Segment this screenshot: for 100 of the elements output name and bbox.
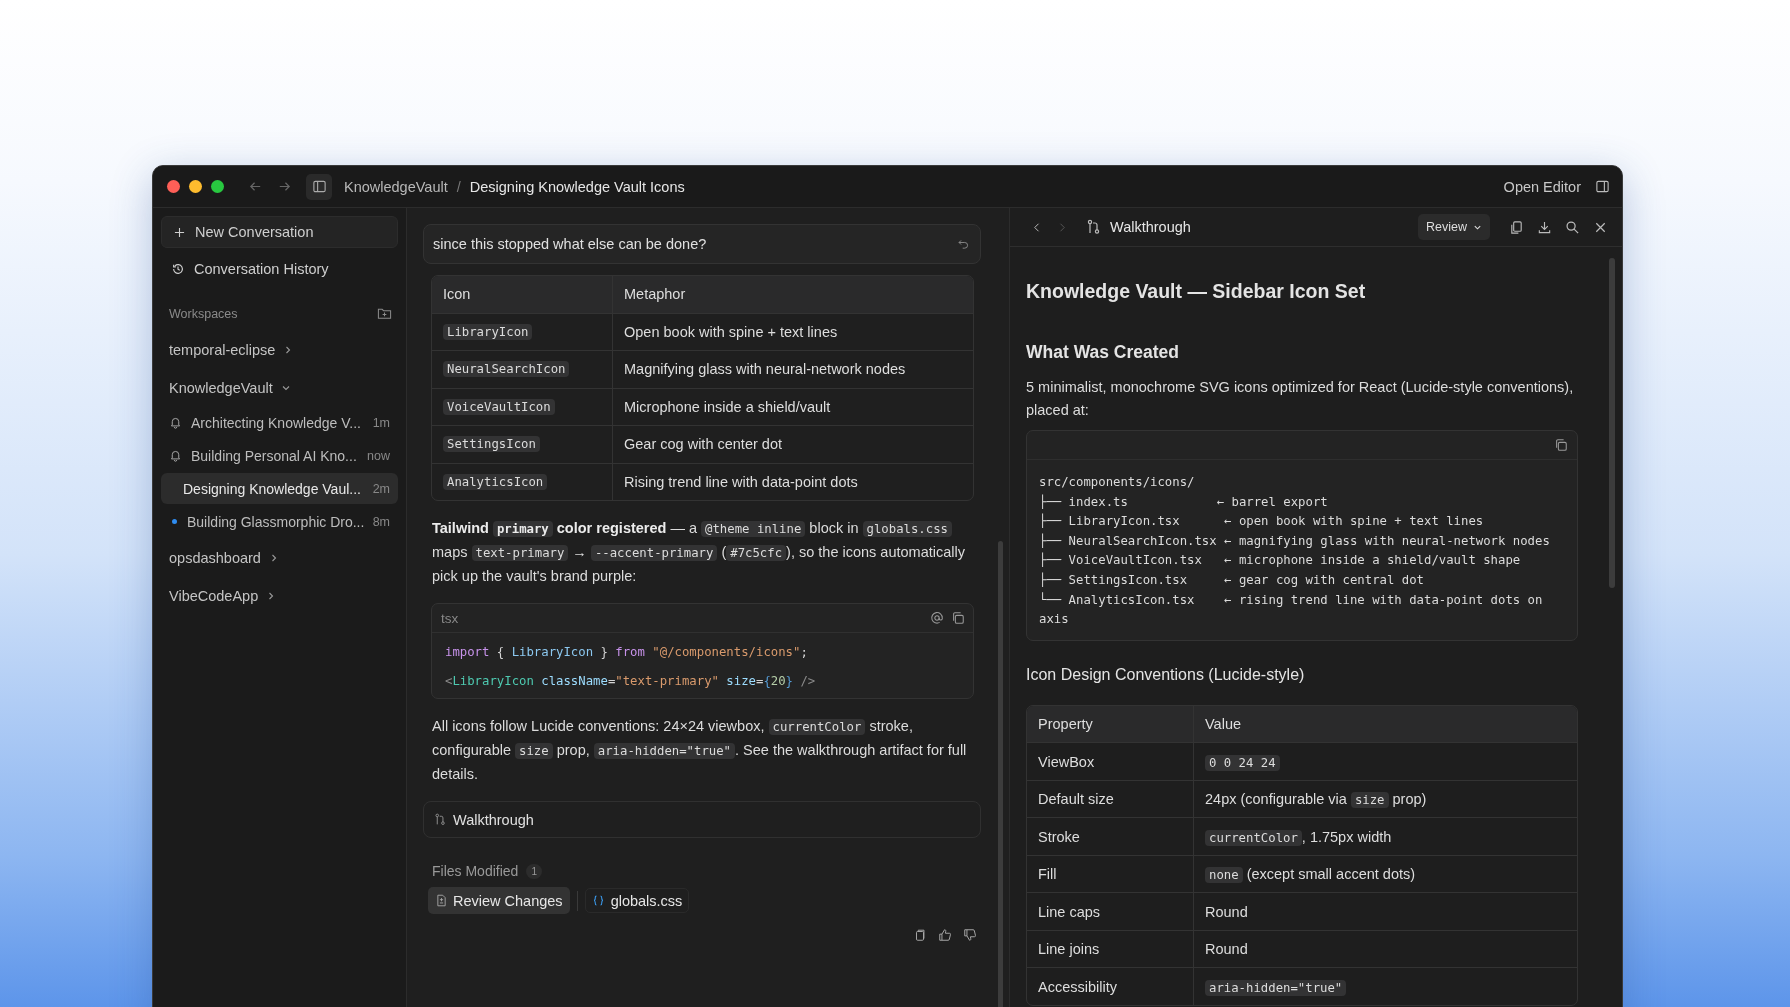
conversation-time: now xyxy=(367,448,390,463)
conversation-item[interactable]: Architecting Knowledge V... 1m xyxy=(161,407,398,438)
sidebar-toggle-button[interactable] xyxy=(306,173,332,200)
code-line: src/components/icons/ xyxy=(1039,474,1196,491)
code-line: ├── NeuralSearchIcon.tsx ← magnifying glass with neural-network nodes xyxy=(1039,532,1551,550)
conversation-title: Building Glassmorphic Dro... xyxy=(187,513,366,530)
maximize-window-button[interactable] xyxy=(211,180,224,193)
table-cell: Accessibility xyxy=(1038,978,1117,995)
code-line: <LibraryIcon className="text-primary" size={20} /> xyxy=(445,674,817,688)
file-diff-icon xyxy=(435,894,448,907)
file-chip[interactable]: globals.css xyxy=(584,888,690,913)
minimize-window-button[interactable] xyxy=(189,180,202,193)
conversation-item[interactable]: Building Glassmorphic Dro... 8m xyxy=(161,506,398,537)
column-header: Value xyxy=(1204,715,1242,734)
branch-icon xyxy=(1086,219,1102,235)
conversation-history-button[interactable]: Conversation History xyxy=(161,252,398,286)
table-cell: AnalyticsIcon xyxy=(443,473,548,490)
table-cell: Magnifying glass with neural-network nodes xyxy=(624,361,906,378)
braces-icon xyxy=(591,894,605,907)
new-conversation-button[interactable]: New Conversation xyxy=(161,216,398,248)
code-line: ├── VoiceVaultIcon.tsx ← microphone inside a shield/vault shape xyxy=(1039,551,1522,570)
column-header: Icon xyxy=(432,276,613,313)
new-folder-icon[interactable] xyxy=(377,306,392,321)
table-cell: none (except small accent dots) xyxy=(1205,866,1416,882)
scrollbar[interactable] xyxy=(1609,258,1615,588)
table-cell: LibraryIcon xyxy=(443,323,533,340)
history-icon xyxy=(171,262,185,276)
download-icon[interactable] xyxy=(1537,219,1552,235)
column-header: Property xyxy=(1027,705,1194,743)
count-badge: 1 xyxy=(526,863,542,879)
conversation-title: Building Personal AI Kno... xyxy=(191,447,358,464)
branch-icon xyxy=(434,813,447,826)
paragraph: Tailwind primary color registered — a @theme inline block in globals.css maps text-primary → --accent-primary ( #7c5cfc ), so the icons automatically pick up the vault's brand purple: xyxy=(432,519,966,586)
conversation-item[interactable]: Designing Knowledge Vaul... 2m xyxy=(161,473,398,504)
conversation-time: 8m xyxy=(372,514,390,529)
conversation-title: Designing Knowledge Vaul... xyxy=(183,480,362,497)
code-line: ├── index.ts ← barrel export xyxy=(1039,493,1329,511)
table-cell: Fill xyxy=(1038,866,1057,882)
table-cell: Open book with spine + text lines xyxy=(624,323,838,340)
conversation-time: 1m xyxy=(372,415,390,430)
table-cell: Round xyxy=(1205,903,1248,920)
thumbs-up-icon[interactable] xyxy=(938,928,952,942)
review-changes-button[interactable]: Review Changes xyxy=(428,887,570,914)
table-cell: Line joins xyxy=(1038,941,1100,957)
section-heading: Icon Design Conventions (Lucide-style) xyxy=(1026,665,1306,684)
at-sign-icon[interactable] xyxy=(930,611,944,625)
files-modified-label: Files Modified xyxy=(432,863,519,879)
paragraph: All icons follow Lucide conventions: 24×24 viewbox, currentColor stroke, configurable size prop, aria-hidden="true" . See the walkthrough artifact for full details. xyxy=(432,717,968,784)
conversation-item[interactable]: Building Personal AI Kno... now xyxy=(161,440,398,471)
workspace-item[interactable]: VibeCodeApp xyxy=(161,577,398,615)
copy-icon[interactable] xyxy=(1554,438,1568,452)
table-cell: 24px (configurable via size prop) xyxy=(1205,791,1427,807)
workspace-item[interactable]: KnowledgeVault xyxy=(161,369,398,407)
sidebar-icon xyxy=(311,179,327,194)
undo-icon[interactable] xyxy=(957,237,970,251)
table-cell: Gear cog with center dot xyxy=(624,436,782,453)
copy-icon[interactable] xyxy=(913,928,927,942)
breadcrumb-separator: / xyxy=(456,178,461,195)
code-line: axis xyxy=(1039,611,1070,629)
table-cell: VoiceVaultIcon xyxy=(443,398,555,415)
close-window-button[interactable] xyxy=(167,180,180,193)
bell-icon xyxy=(169,449,182,462)
panel-toggle-icon[interactable] xyxy=(1595,179,1610,194)
table-cell: ViewBox xyxy=(1038,753,1095,770)
table-cell: aria-hidden="true" xyxy=(1205,978,1347,995)
breadcrumb-link[interactable]: KnowledgeVault xyxy=(344,178,448,195)
panel-title: Walkthrough xyxy=(1110,219,1191,235)
document-heading: Knowledge Vault — Sidebar Icon Set xyxy=(1026,280,1367,303)
workspaces-label: Workspaces xyxy=(169,306,238,321)
code-line: ├── LibraryIcon.tsx ← open book with spine + text lines xyxy=(1039,512,1485,531)
code-line: ├── SettingsIcon.tsx ← gear cog with central dot xyxy=(1039,571,1425,589)
conversation-time: 2m xyxy=(372,481,390,496)
code-line: └── AnalyticsIcon.tsx ← rising trend line with data-point dots on xyxy=(1039,591,1544,609)
copy-icon[interactable] xyxy=(1509,219,1524,235)
table-cell: Default size xyxy=(1038,791,1114,807)
workspace-item[interactable]: temporal-eclipse xyxy=(161,331,398,369)
table-cell: currentColor , 1.75px width xyxy=(1205,828,1392,845)
table-cell: Rising trend line with data-point dots xyxy=(624,473,858,490)
section-heading: What Was Created xyxy=(1026,342,1180,363)
table-cell: Round xyxy=(1205,941,1248,957)
thumbs-down-icon[interactable] xyxy=(963,928,977,942)
paragraph: 5 minimalist, monochrome SVG icons optimized for React (Lucide-style conventions), placed at: xyxy=(1026,378,1575,420)
table-cell: Microphone inside a shield/vault xyxy=(624,398,831,415)
search-icon[interactable] xyxy=(1565,219,1580,235)
copy-icon[interactable] xyxy=(951,611,965,625)
breadcrumb-current: Designing Knowledge Vault Icons xyxy=(469,178,685,195)
status-dot xyxy=(172,519,177,524)
chevron-down-icon xyxy=(280,383,291,393)
walkthrough-card[interactable]: Walkthrough xyxy=(423,801,981,838)
table-cell: Line caps xyxy=(1038,903,1101,920)
table-cell: NeuralSearchIcon xyxy=(443,361,570,378)
workspace-item[interactable]: opsdashboard xyxy=(161,539,398,577)
table-cell: Stroke xyxy=(1038,828,1080,845)
scrollbar[interactable] xyxy=(998,541,1003,1007)
code-language: tsx xyxy=(441,610,459,626)
column-header: Metaphor xyxy=(623,285,687,305)
review-dropdown[interactable]: Review xyxy=(1418,214,1490,240)
table-cell: SettingsIcon xyxy=(443,436,540,453)
conversation-title: Architecting Knowledge V... xyxy=(191,414,362,431)
open-editor-button[interactable]: Open Editor xyxy=(1503,178,1581,195)
